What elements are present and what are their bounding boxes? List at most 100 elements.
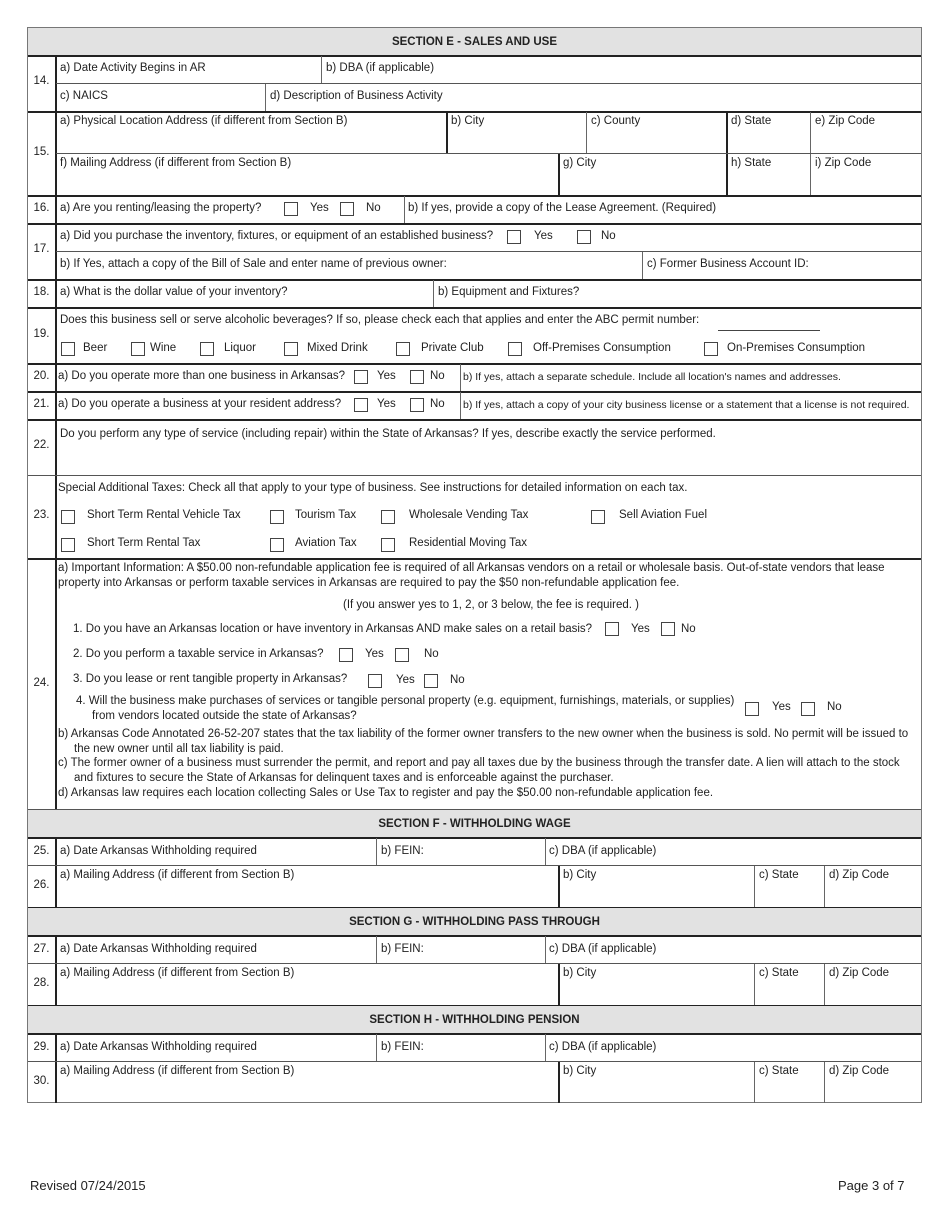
city-field[interactable]: b) City: [451, 115, 484, 127]
pension-mailing-address-field[interactable]: a) Mailing Address (if different from Se…: [60, 1065, 294, 1077]
pass-through-mailing-address-field[interactable]: a) Mailing Address (if different from Se…: [60, 967, 294, 979]
question-number: 27.: [33, 943, 50, 955]
fee-question-4-no-checkbox[interactable]: [801, 702, 815, 716]
wage-fein-field[interactable]: b) FEIN:: [381, 845, 424, 857]
fee-question-3-no-checkbox[interactable]: [424, 674, 438, 688]
mailing-city-field[interactable]: g) City: [563, 157, 596, 169]
abc-permit-number-field[interactable]: [718, 330, 820, 331]
resident-address-yes-checkbox[interactable]: [354, 398, 368, 412]
yes-label: Yes: [365, 648, 384, 660]
wage-state-field[interactable]: c) State: [759, 869, 799, 881]
fee-question-1-yes-checkbox[interactable]: [605, 622, 619, 636]
revision-date: Revised 07/24/2015: [30, 1178, 146, 1193]
wine-checkbox[interactable]: [131, 342, 145, 356]
tourism-tax-checkbox[interactable]: [270, 510, 284, 524]
wage-withholding-date-field[interactable]: a) Date Arkansas Withholding required: [60, 845, 257, 857]
private-club-checkbox[interactable]: [396, 342, 410, 356]
mailing-zip-field[interactable]: i) Zip Code: [815, 157, 871, 169]
dba-field[interactable]: b) DBA (if applicable): [326, 62, 434, 74]
date-activity-begins-field[interactable]: a) Date Activity Begins in AR: [60, 62, 206, 74]
purchase-yes-checkbox[interactable]: [507, 230, 521, 244]
divider: [558, 154, 560, 195]
county-field[interactable]: c) County: [591, 115, 640, 127]
wage-mailing-address-field[interactable]: a) Mailing Address (if different from Se…: [60, 869, 294, 881]
divider: [586, 112, 587, 153]
divider: [28, 837, 921, 839]
pass-through-state-field[interactable]: c) State: [759, 967, 799, 979]
renting-yes-checkbox[interactable]: [284, 202, 298, 216]
sell-aviation-fuel-label: Sell Aviation Fuel: [619, 509, 708, 521]
aviation-tax-checkbox[interactable]: [270, 538, 284, 552]
short-term-rental-tax-checkbox[interactable]: [61, 538, 75, 552]
fee-question-1-no-checkbox[interactable]: [661, 622, 675, 636]
pension-withholding-date-field[interactable]: a) Date Arkansas Withholding required: [60, 1041, 257, 1053]
divider: [754, 866, 755, 907]
section-e-header: SECTION E - SALES AND USE: [28, 28, 921, 56]
question-number: 22.: [33, 439, 50, 451]
business-activity-description-field[interactable]: d) Description of Business Activity: [270, 90, 443, 102]
multiple-business-yes-checkbox[interactable]: [354, 370, 368, 384]
number-column-divider: [55, 1034, 57, 1103]
pass-through-fein-field[interactable]: b) FEIN:: [381, 943, 424, 955]
multiple-business-no-checkbox[interactable]: [410, 370, 424, 384]
number-column-divider: [55, 838, 57, 907]
beer-checkbox[interactable]: [61, 342, 75, 356]
no-label: No: [450, 674, 465, 686]
off-premises-checkbox[interactable]: [508, 342, 522, 356]
pension-state-field[interactable]: c) State: [759, 1065, 799, 1077]
question-number: 14.: [33, 75, 50, 87]
wage-city-field[interactable]: b) City: [563, 869, 596, 881]
wage-dba-field[interactable]: c) DBA (if applicable): [549, 845, 656, 857]
pass-through-withholding-date-field[interactable]: a) Date Arkansas Withholding required: [60, 943, 257, 955]
fee-question-3-yes-checkbox[interactable]: [368, 674, 382, 688]
former-account-id-field[interactable]: c) Former Business Account ID:: [647, 258, 809, 270]
wholesale-vending-tax-checkbox[interactable]: [381, 510, 395, 524]
pension-dba-field[interactable]: c) DBA (if applicable): [549, 1041, 656, 1053]
service-description-field[interactable]: Do you perform any type of service (incl…: [60, 428, 716, 440]
mixed-drink-checkbox[interactable]: [284, 342, 298, 356]
divider: [28, 111, 921, 113]
naics-field[interactable]: c) NAICS: [60, 90, 108, 102]
liquor-checkbox[interactable]: [200, 342, 214, 356]
divider: [28, 963, 921, 964]
fee-question-4-yes-checkbox[interactable]: [745, 702, 759, 716]
renting-no-checkbox[interactable]: [340, 202, 354, 216]
pass-through-dba-field[interactable]: c) DBA (if applicable): [549, 943, 656, 955]
on-premises-checkbox[interactable]: [704, 342, 718, 356]
alcohol-question-label: Does this business sell or serve alcohol…: [60, 314, 700, 326]
residential-moving-tax-checkbox[interactable]: [381, 538, 395, 552]
private-club-label: Private Club: [421, 342, 484, 354]
no-label: No: [430, 398, 445, 410]
equipment-fixtures-field[interactable]: b) Equipment and Fixtures?: [438, 286, 579, 298]
mailing-state-field[interactable]: h) State: [731, 157, 771, 169]
tax-liability-text: b) Arkansas Code Annotated 26-52-207 sta…: [58, 728, 909, 755]
zip-code-field[interactable]: e) Zip Code: [815, 115, 875, 127]
renting-question-label: a) Are you renting/leasing the property?: [60, 202, 262, 214]
short-term-rental-vehicle-tax-checkbox[interactable]: [61, 510, 75, 524]
resident-address-no-checkbox[interactable]: [410, 398, 424, 412]
purchase-no-checkbox[interactable]: [577, 230, 591, 244]
multiple-business-question-label: a) Do you operate more than one business…: [58, 370, 346, 382]
sell-aviation-fuel-checkbox[interactable]: [591, 510, 605, 524]
divider: [642, 252, 643, 279]
question-number: 19.: [33, 328, 50, 340]
pension-zip-field[interactable]: d) Zip Code: [829, 1065, 889, 1077]
divider: [824, 866, 825, 907]
previous-owner-field[interactable]: b) If Yes, attach a copy of the Bill of …: [60, 258, 447, 270]
divider: [376, 936, 377, 963]
state-field[interactable]: d) State: [731, 115, 771, 127]
wage-zip-field[interactable]: d) Zip Code: [829, 869, 889, 881]
divider: [376, 838, 377, 865]
pension-city-field[interactable]: b) City: [563, 1065, 596, 1077]
divider: [28, 363, 921, 365]
pass-through-city-field[interactable]: b) City: [563, 967, 596, 979]
inventory-value-field[interactable]: a) What is the dollar value of your inve…: [60, 286, 288, 298]
fee-question-2-no-checkbox[interactable]: [395, 648, 409, 662]
divider: [545, 838, 546, 865]
physical-address-field[interactable]: a) Physical Location Address (if differe…: [60, 115, 347, 127]
fee-question-2-yes-checkbox[interactable]: [339, 648, 353, 662]
divider: [321, 56, 322, 83]
pass-through-zip-field[interactable]: d) Zip Code: [829, 967, 889, 979]
pension-fein-field[interactable]: b) FEIN:: [381, 1041, 424, 1053]
mailing-address-field[interactable]: f) Mailing Address (if different from Se…: [60, 157, 291, 169]
